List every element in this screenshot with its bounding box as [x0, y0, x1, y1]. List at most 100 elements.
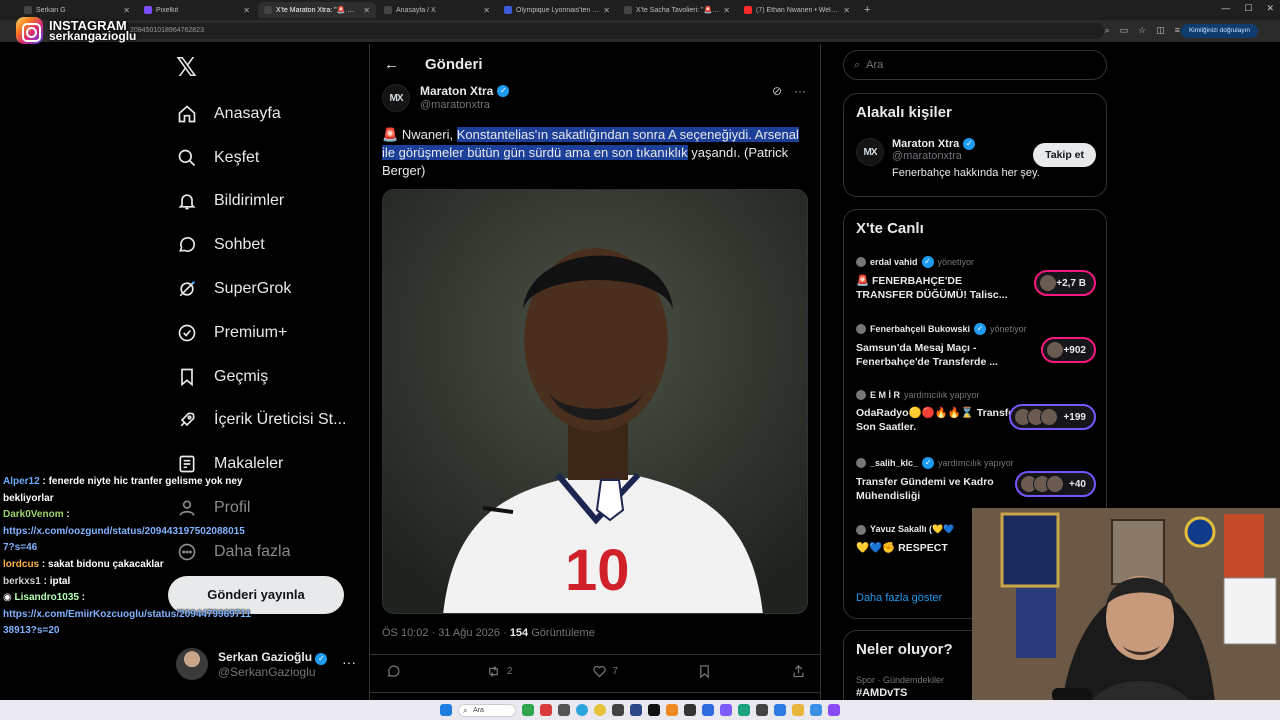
avatar[interactable]: MX	[382, 84, 410, 112]
live-host: E M İ Ryardımcılık yapıyor	[856, 390, 1096, 400]
close-icon[interactable]: ✕	[603, 6, 610, 15]
avatar	[1039, 274, 1058, 292]
app-icon[interactable]	[630, 704, 642, 716]
nav-item-supergrok[interactable]: SuperGrok	[176, 267, 346, 311]
app-icon[interactable]	[702, 704, 714, 716]
listener-count-pill[interactable]: +2,7 B	[1034, 270, 1096, 296]
netflix-icon[interactable]	[648, 704, 660, 716]
listener-count-pill[interactable]: +902	[1041, 337, 1096, 363]
browser-tab[interactable]: Serkan G ✕	[18, 2, 136, 18]
nav-item-notifications[interactable]: Bildirimler	[176, 180, 346, 224]
close-window-icon[interactable]: ✕	[1266, 3, 1274, 14]
bookmark-button[interactable]	[697, 664, 712, 679]
nav-item-chat[interactable]: Sohbet	[176, 223, 346, 267]
verify-identity-button[interactable]: Kimliğinizi doğrulayın	[1180, 24, 1258, 38]
menu-icon[interactable]: ≡	[1175, 25, 1180, 36]
related-people-card: Alakalı kişiler MX Maraton Xtra ✓ @marato…	[843, 93, 1107, 197]
post-image[interactable]: 10	[382, 189, 808, 614]
rocket-icon	[176, 409, 198, 431]
author-name: Maraton Xtra ✓	[420, 84, 510, 98]
listener-count-pill[interactable]: +40	[1015, 471, 1096, 497]
post-author[interactable]: MX Maraton Xtra ✓ @maratonxtra	[382, 84, 510, 112]
minimize-icon[interactable]: —	[1221, 3, 1230, 14]
related-person[interactable]: MX Maraton Xtra ✓ @maratonxtra Fenerbahçe…	[856, 138, 1096, 179]
listener-count-pill[interactable]: +199	[1009, 404, 1096, 430]
close-icon[interactable]: ✕	[483, 6, 490, 15]
url-field[interactable]: 2094501018964762823	[64, 23, 1104, 39]
app-icon[interactable]	[522, 704, 534, 716]
app-icon[interactable]	[612, 704, 624, 716]
live-space-item[interactable]: _salih_klc_ ✓ yardımcılık yapıyor Transfer…	[856, 457, 1096, 503]
nav-label: Sohbet	[214, 236, 265, 254]
chat-link[interactable]: https://x.com/EmiirKozcuoglu/status/2094…	[3, 607, 251, 640]
x-logo-icon[interactable]: 𝕏	[176, 52, 197, 83]
close-icon[interactable]: ✕	[123, 6, 130, 15]
follow-button[interactable]: Takip et	[1033, 143, 1096, 167]
nav-item-premium[interactable]: Premium+	[176, 311, 346, 355]
cast-icon[interactable]: ▭	[1120, 25, 1129, 36]
host-name: erdal vahid	[870, 257, 918, 267]
app-icon[interactable]	[756, 704, 768, 716]
browser-tab[interactable]: X'te Sacha Tavolieri: "🚨 Exclu ✕	[618, 2, 736, 18]
grok-icon[interactable]: ⊘	[772, 84, 782, 98]
app-icon[interactable]	[774, 704, 786, 716]
repost-button[interactable]: 2	[486, 664, 513, 679]
nav-item-explore[interactable]: Keşfet	[176, 136, 346, 180]
app-icon[interactable]	[684, 704, 696, 716]
close-icon[interactable]: ✕	[723, 6, 730, 15]
close-icon[interactable]: ✕	[363, 6, 370, 15]
close-icon[interactable]: ✕	[843, 6, 850, 15]
chat-user: Alper12	[3, 476, 40, 487]
close-icon[interactable]: ✕	[243, 6, 250, 15]
browser-tab[interactable]: (7) Ethan Nwaneri • Welcome ✕	[738, 2, 856, 18]
nav-item-home[interactable]: Anasayfa	[176, 92, 346, 136]
post-tools: ⊘ ···	[772, 84, 806, 98]
live-space-item[interactable]: erdal vahid ✓ yönetiyor 🚨 FENERBAHÇE'DE TR…	[856, 256, 1096, 302]
new-tab-icon[interactable]: +	[858, 4, 876, 16]
star-icon[interactable]: ☆	[1138, 25, 1146, 36]
more-dots-icon[interactable]: ···	[794, 84, 806, 98]
browser-tab-active[interactable]: X'te Maraton Xtra: "🚨 Nwaneri ✕	[258, 2, 376, 18]
bookmark-icon	[176, 366, 198, 388]
search-input[interactable]: ⌕ Ara	[843, 50, 1107, 80]
windows-start-icon[interactable]	[440, 704, 452, 716]
more-dots-icon[interactable]: ···	[342, 654, 356, 670]
browser-tab[interactable]: Olympique Lyonnais'ten Fenerb ✕	[498, 2, 616, 18]
back-arrow-icon[interactable]: ←	[384, 56, 399, 73]
browser-tab[interactable]: Pixelkit ✕	[138, 2, 256, 18]
app-icon[interactable]	[558, 704, 570, 716]
extensions-icon[interactable]: ◫	[1156, 25, 1165, 36]
app-icon[interactable]	[738, 704, 750, 716]
reply-button[interactable]	[386, 664, 407, 679]
post-timestamp[interactable]: ÖS 10:02 · 31 Ağu 2026 ·	[382, 627, 510, 639]
trend-tag[interactable]: #AMDvTS	[856, 687, 907, 699]
maximize-icon[interactable]: ☐	[1244, 3, 1252, 14]
account-switcher[interactable]: Serkan Gazioğlu ✓ @SerkanGazioglu ···	[176, 648, 356, 680]
telegram-icon[interactable]	[576, 704, 588, 716]
bell-icon	[176, 190, 198, 212]
app-icon[interactable]	[540, 704, 552, 716]
app-icon[interactable]	[828, 704, 840, 716]
os-taskbar: Ara	[0, 700, 1280, 720]
app-icon[interactable]	[720, 704, 732, 716]
chat-link[interactable]: https://x.com/oozgund/status/20944319750…	[3, 524, 251, 557]
live-space-item[interactable]: Fenerbahçeli Bukowski ✓ yönetiyor Samsun'd…	[856, 323, 1096, 369]
vlc-icon[interactable]	[666, 704, 678, 716]
zoom-icon[interactable]: ⌕	[1105, 25, 1110, 36]
nav-item-history[interactable]: Geçmiş	[176, 355, 346, 399]
chat-bullet-icon: ◉	[3, 592, 15, 604]
nav-item-creator-studio[interactable]: İçerik Üreticisi St...	[176, 399, 346, 443]
bookmark-icon	[700, 665, 709, 679]
host-role: yönetiyor	[937, 257, 975, 267]
chrome-icon[interactable]	[594, 704, 606, 716]
live-space-item[interactable]: E M İ Ryardımcılık yapıyor OdaRadyo🟡🔴🔥🔥⌛…	[856, 390, 1096, 434]
taskbar-search[interactable]: Ara	[458, 703, 516, 717]
folder-icon[interactable]	[792, 704, 804, 716]
tab-label: Pixelkit	[156, 6, 179, 14]
show-more-link[interactable]: Daha fazla göster	[856, 592, 942, 604]
share-button[interactable]	[791, 664, 806, 679]
like-button[interactable]: 7	[592, 664, 618, 679]
avatar[interactable]: MX	[856, 138, 884, 166]
app-icon[interactable]	[810, 704, 822, 716]
browser-tab[interactable]: Anasayfa / X ✕	[378, 2, 496, 18]
